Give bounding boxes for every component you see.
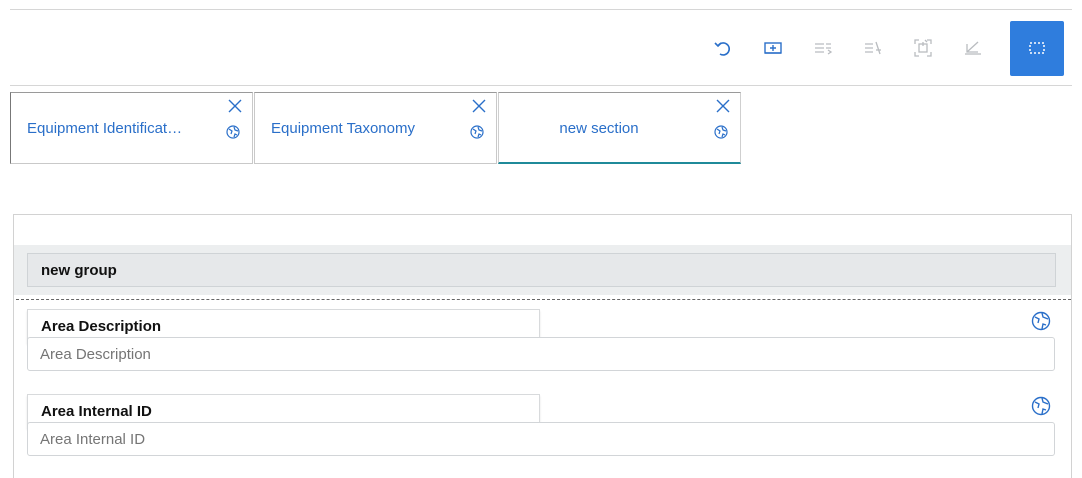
globe-icon[interactable] <box>714 125 728 139</box>
section-tabs: Equipment Identificat… Equipment Taxonom… <box>10 92 742 164</box>
add-field-icon <box>865 41 881 55</box>
tab-equipment-identification[interactable]: Equipment Identificat… <box>10 92 253 164</box>
group-title: new group <box>41 261 117 279</box>
tab-label: Equipment Taxonomy <box>271 120 415 137</box>
tab-label: Equipment Identificat… <box>27 120 183 137</box>
tab-new-section[interactable]: new section <box>498 92 741 164</box>
add-section-button[interactable] <box>758 33 788 63</box>
remove-formatting-button[interactable] <box>958 33 988 63</box>
tab-equipment-taxonomy[interactable]: Equipment Taxonomy <box>254 92 497 164</box>
close-icon[interactable] <box>716 99 730 113</box>
fit-view-icon <box>914 39 932 57</box>
fit-view-button[interactable] <box>908 33 938 63</box>
tab-label: new section <box>559 120 639 137</box>
group-header[interactable]: new group <box>27 253 1056 287</box>
section-canvas: new group Area Description Area Internal… <box>13 214 1072 478</box>
selection-mode-button[interactable] <box>1010 20 1064 76</box>
undo-button[interactable] <box>708 33 738 63</box>
globe-icon[interactable] <box>1031 311 1051 331</box>
close-icon[interactable] <box>472 99 486 113</box>
designer-toolbar <box>688 20 1064 76</box>
group-divider <box>16 299 1071 300</box>
field-area-description[interactable]: Area Description <box>27 309 1055 375</box>
field-area-internal-id[interactable]: Area Internal ID <box>27 394 1055 460</box>
add-section-icon <box>764 42 782 54</box>
edit-disabled-icon <box>965 41 981 55</box>
area-description-input[interactable] <box>27 337 1055 371</box>
selection-icon <box>1029 42 1045 54</box>
close-icon[interactable] <box>228 99 242 113</box>
globe-icon[interactable] <box>226 125 240 139</box>
undo-icon <box>714 42 731 56</box>
globe-icon[interactable] <box>470 125 484 139</box>
top-divider <box>10 9 1072 10</box>
area-internal-id-input[interactable] <box>27 422 1055 456</box>
toolbar-divider <box>10 85 1072 86</box>
add-group-button[interactable] <box>808 33 838 63</box>
add-group-icon <box>815 43 833 55</box>
globe-icon[interactable] <box>1031 396 1051 416</box>
add-field-button[interactable] <box>858 33 888 63</box>
